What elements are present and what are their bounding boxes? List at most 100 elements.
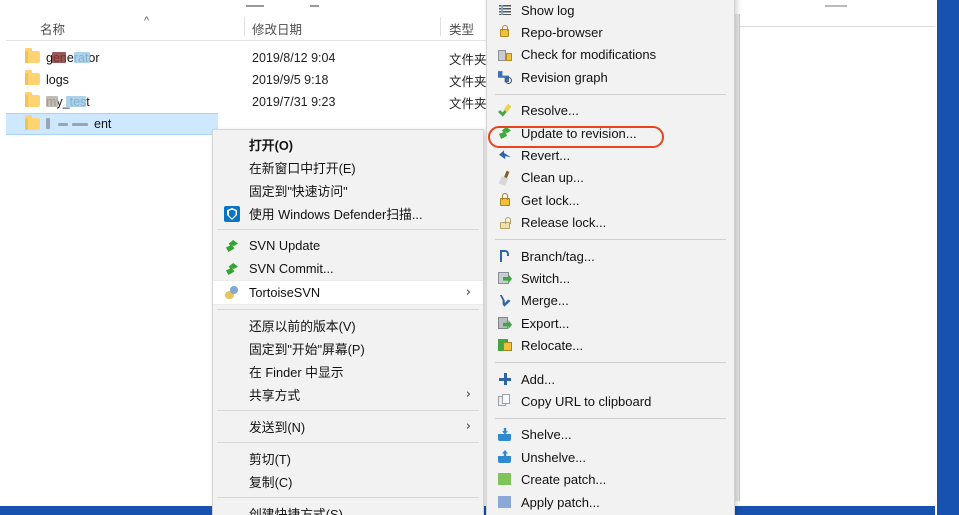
- revert-icon: [497, 147, 513, 163]
- tortoisesvn-submenu[interactable]: Show log Repo-browser Check for modifica…: [486, 0, 735, 515]
- column-header-type[interactable]: 类型: [449, 19, 474, 38]
- submenu-item-revision-graph[interactable]: Revision graph: [487, 66, 734, 88]
- menu-item-label: 在 Finder 中显示: [249, 365, 344, 380]
- chevron-right-icon: ›: [465, 285, 471, 300]
- menu-item-label: SVN Commit...: [249, 261, 334, 276]
- submenu-item-label: Switch...: [521, 270, 571, 286]
- menu-item-label: 使用 Windows Defender扫描...: [249, 207, 423, 222]
- submenu-item-apply-patch[interactable]: Apply patch...: [487, 491, 734, 513]
- submenu-item-label: Export...: [521, 315, 570, 331]
- submenu-item-release-lock[interactable]: Release lock...: [487, 212, 734, 234]
- file-name: generator: [46, 51, 100, 65]
- column-header-date-modified[interactable]: 修改日期: [252, 19, 302, 38]
- submenu-separator: [495, 238, 726, 240]
- menu-item-label: 固定到"开始"屏幕(P): [249, 342, 365, 357]
- submenu-item-label: Get lock...: [521, 192, 580, 208]
- menu-item-cut[interactable]: 剪切(T): [213, 447, 483, 470]
- menu-item-copy[interactable]: 复制(C): [213, 470, 483, 493]
- redaction-block: [52, 52, 66, 63]
- submenu-item-show-log[interactable]: Show log: [487, 0, 734, 21]
- desktop-background-strip: [937, 0, 959, 515]
- folder-icon: [25, 92, 40, 107]
- column-header-name[interactable]: 名称: [40, 19, 65, 38]
- submenu-item-branch-tag[interactable]: Branch/tag...: [487, 245, 734, 267]
- submenu-item-label: Branch/tag...: [521, 248, 595, 264]
- create-patch-icon: [497, 471, 513, 487]
- check-modifications-icon: [497, 47, 513, 63]
- tortoisesvn-icon: [224, 285, 240, 301]
- submenu-item-switch[interactable]: Switch...: [487, 267, 734, 289]
- submenu-item-merge[interactable]: Merge...: [487, 290, 734, 312]
- submenu-separator: [495, 93, 726, 95]
- file-type: 文件夹: [449, 52, 487, 67]
- submenu-item-label: Show log: [521, 2, 575, 18]
- redaction-block: [46, 118, 50, 129]
- menu-item-open[interactable]: 打开(O): [213, 133, 483, 156]
- submenu-item-shelve[interactable]: Shelve...: [487, 424, 734, 446]
- submenu-item-relocate[interactable]: Relocate...: [487, 334, 734, 356]
- table-row-selected[interactable]: ent: [6, 113, 218, 135]
- submenu-item-check-for-modifications[interactable]: Check for modifications: [487, 44, 734, 66]
- menu-item-pin-to-quick-access[interactable]: 固定到"快速访问": [213, 179, 483, 202]
- redaction-block: [72, 123, 88, 126]
- submenu-item-export[interactable]: Export...: [487, 312, 734, 334]
- menu-item-pin-to-start[interactable]: 固定到"开始"屏幕(P): [213, 337, 483, 360]
- revision-graph-icon: [497, 69, 513, 85]
- submenu-item-get-lock[interactable]: Get lock...: [487, 189, 734, 211]
- chevron-right-icon: ›: [465, 387, 471, 402]
- menu-item-label: TortoiseSVN: [249, 285, 321, 300]
- top-mark-a: [246, 5, 264, 7]
- file-name: my_test: [46, 95, 90, 109]
- menu-item-scan-with-defender[interactable]: 使用 Windows Defender扫描...: [213, 202, 483, 225]
- repo-browser-icon: [497, 24, 513, 40]
- submenu-item-label: Revert...: [521, 148, 571, 164]
- menu-separator: [217, 497, 479, 498]
- menu-item-create-shortcut[interactable]: 创建快捷方式(S): [213, 502, 483, 515]
- explorer-context-menu[interactable]: 打开(O) 在新窗口中打开(E) 固定到"快速访问" 使用 Windows De…: [212, 129, 484, 515]
- menu-item-open-new-window[interactable]: 在新窗口中打开(E): [213, 156, 483, 179]
- menu-item-label: 在新窗口中打开(E): [249, 161, 356, 176]
- column-divider-2[interactable]: [440, 17, 441, 36]
- menu-item-svn-update[interactable]: SVN Update: [213, 234, 483, 257]
- submenu-item-update-to-revision[interactable]: Update to revision...: [487, 122, 734, 144]
- menu-item-restore-previous-versions[interactable]: 还原以前的版本(V): [213, 314, 483, 337]
- submenu-item-label: Release lock...: [521, 215, 607, 231]
- submenu-item-copy-url-to-clipboard[interactable]: Copy URL to clipboard: [487, 390, 734, 412]
- file-date-modified: 2019/9/5 9:18: [252, 73, 329, 87]
- menu-item-svn-commit[interactable]: SVN Commit...: [213, 257, 483, 280]
- submenu-item-repo-browser[interactable]: Repo-browser: [487, 21, 734, 43]
- svn-update-icon: [224, 238, 240, 254]
- submenu-item-label: Update to revision...: [521, 125, 637, 141]
- folder-icon: [25, 115, 40, 130]
- submenu-item-resolve[interactable]: Resolve...: [487, 100, 734, 122]
- menu-item-show-in-finder[interactable]: 在 Finder 中显示: [213, 360, 483, 383]
- submenu-item-create-patch[interactable]: Create patch...: [487, 468, 734, 490]
- menu-item-tortoisesvn[interactable]: TortoiseSVN ›: [213, 280, 483, 305]
- copy-url-icon: [497, 393, 513, 409]
- clean-up-icon: [497, 170, 513, 186]
- submenu-item-clean-up[interactable]: Clean up...: [487, 167, 734, 189]
- column-divider-1[interactable]: [244, 17, 245, 36]
- top-mark-b: [310, 5, 319, 7]
- resolve-icon: [497, 103, 513, 119]
- menu-item-share-with[interactable]: 共享方式 ›: [213, 383, 483, 406]
- submenu-item-unshelve[interactable]: Unshelve...: [487, 446, 734, 468]
- menu-item-label: 打开(O): [249, 138, 294, 153]
- redaction-block: [58, 123, 68, 126]
- menu-separator: [217, 229, 479, 230]
- file-name: ent: [46, 117, 111, 131]
- export-icon: [497, 315, 513, 331]
- submenu-item-label: Apply patch...: [521, 494, 600, 510]
- menu-separator: [217, 410, 479, 411]
- submenu-separator: [495, 361, 726, 363]
- submenu-item-revert[interactable]: Revert...: [487, 144, 734, 166]
- menu-item-label: 创建快捷方式(S): [249, 507, 343, 515]
- menu-item-label: SVN Update: [249, 238, 321, 253]
- submenu-item-label: Revision graph: [521, 69, 608, 85]
- screen: 名称 ^ 修改日期 类型 generator 2019/8/12 9:04 文件…: [0, 0, 959, 515]
- menu-item-send-to[interactable]: 发送到(N) ›: [213, 415, 483, 438]
- submenu-item-add[interactable]: Add...: [487, 368, 734, 390]
- top-mark-c: [825, 5, 847, 7]
- show-log-icon: [497, 2, 513, 18]
- submenu-item-label: Resolve...: [521, 103, 579, 119]
